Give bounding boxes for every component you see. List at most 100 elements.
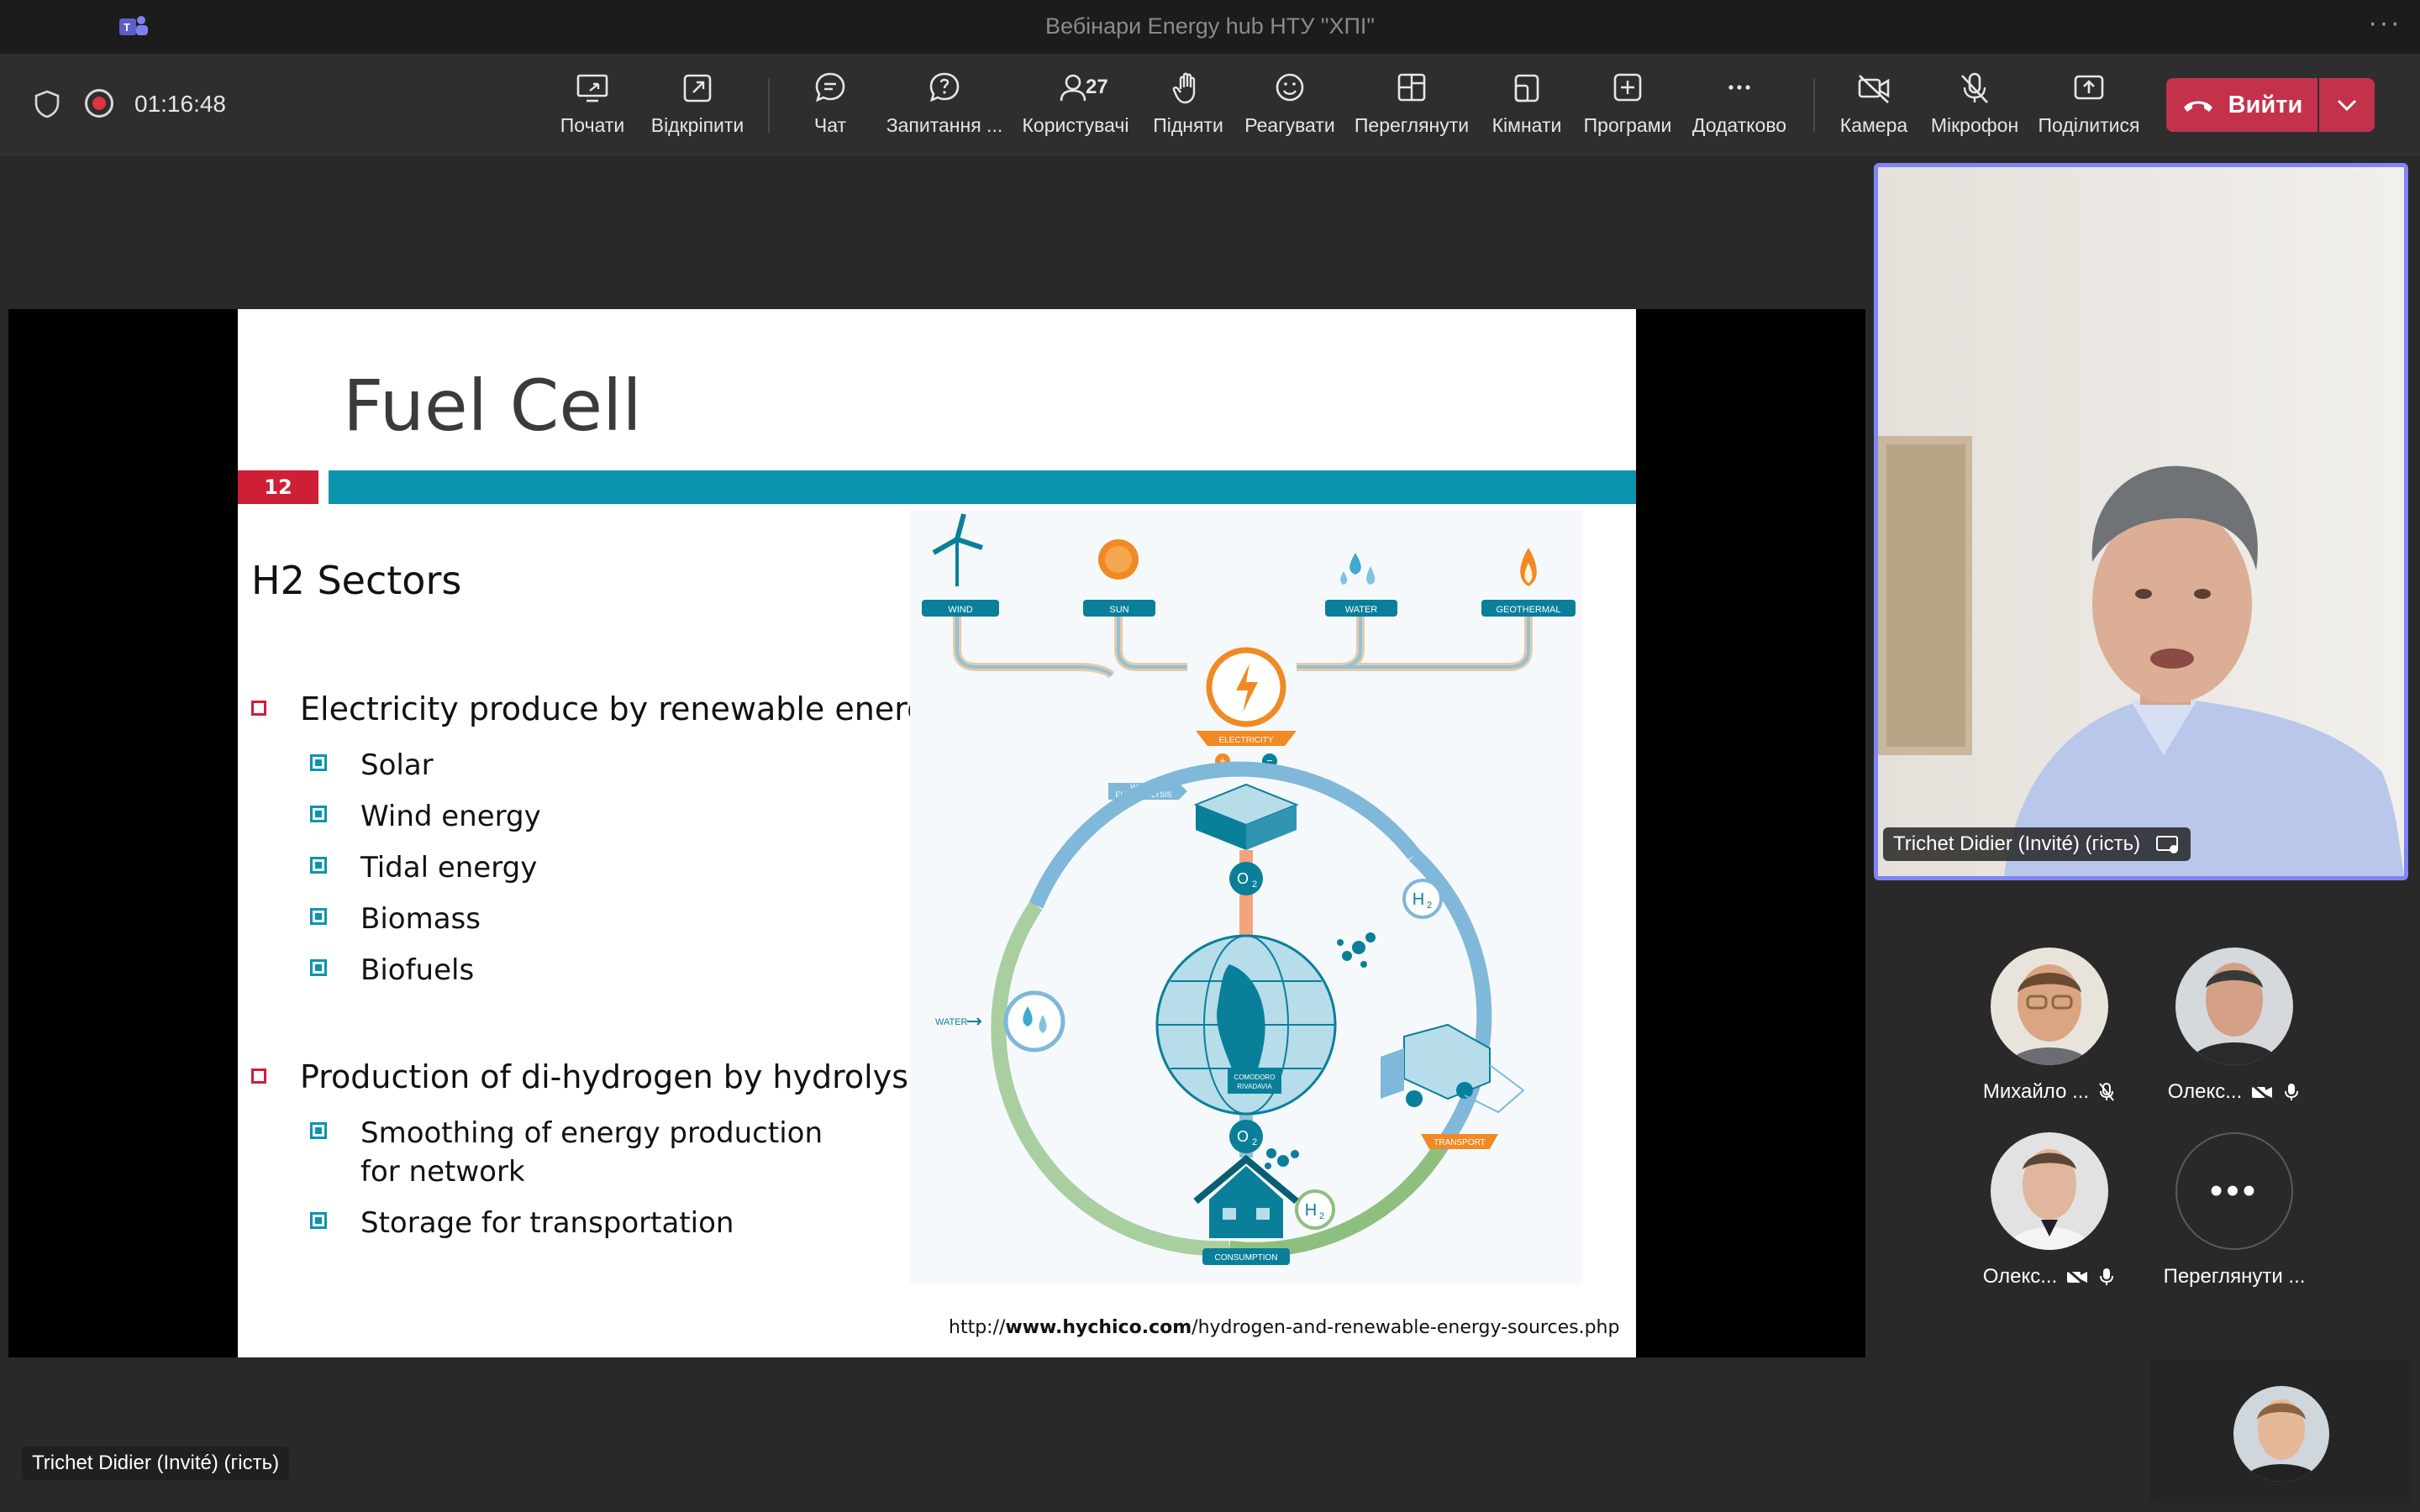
participant-name: Олекс... xyxy=(2167,1080,2243,1103)
bullet-square-icon xyxy=(310,754,327,771)
slide-heading: H2 Sectors xyxy=(251,558,462,603)
sun-label: SUN xyxy=(1109,605,1128,615)
rooms-label: Кімнати xyxy=(1491,114,1562,136)
people-button[interactable]: 27 Користувачі xyxy=(1017,69,1134,150)
camera-off-icon xyxy=(2251,1083,2273,1101)
more-label: Додатково xyxy=(1691,114,1787,136)
qa-button[interactable]: Запитання ... xyxy=(886,69,1003,150)
svg-text:COMODORO: COMODORO xyxy=(1234,1074,1276,1081)
active-speaker-video[interactable]: Trichet Didier (Invité) (гість) xyxy=(1874,163,2408,880)
popout-button[interactable]: Відкріпити xyxy=(639,69,756,150)
hydrogen-cycle-diagram: WIND SUN WATER GEOTHERMAL ELECTRICITY + … xyxy=(910,511,1582,1284)
bullet-square-icon xyxy=(251,701,266,716)
react-button[interactable]: Реагувати xyxy=(1231,69,1349,150)
people-count: 27 xyxy=(1086,76,1108,98)
mic-icon xyxy=(2285,1084,2299,1100)
svg-text:H: H xyxy=(1413,890,1424,909)
avatar xyxy=(1991,948,2108,1065)
mic-icon xyxy=(2100,1268,2114,1285)
stage-presenter-name: Trichet Didier (Invité) (гість) xyxy=(22,1446,290,1480)
self-view-tile[interactable] xyxy=(2149,1359,2412,1504)
shield-icon[interactable] xyxy=(32,89,62,119)
more-participants-icon: ••• xyxy=(2175,1132,2293,1250)
meeting-timer: 01:16:48 xyxy=(134,91,226,117)
rooms-icon xyxy=(1514,74,1539,102)
speaker-name-tag: Trichet Didier (Invité) (гість) xyxy=(1883,827,2191,861)
participant-name: Михайло ... xyxy=(1982,1080,2090,1103)
mic-label: Мікрофон xyxy=(1930,114,2019,136)
more-icon xyxy=(1728,85,1750,90)
wind-label: WIND xyxy=(948,605,972,615)
bullet-square-icon xyxy=(251,1068,266,1084)
consumption-label: CONSUMPTION xyxy=(1215,1253,1278,1263)
leave-label: Вийти xyxy=(2228,91,2303,118)
mic-button[interactable]: Мікрофон xyxy=(1916,69,2033,150)
participant-name-row: Переглянути ... xyxy=(2142,1265,2327,1289)
chat-button[interactable]: Чат xyxy=(771,69,889,150)
present-button[interactable]: Почати xyxy=(534,69,651,150)
svg-text:O: O xyxy=(1237,870,1249,887)
apps-button[interactable]: Програми xyxy=(1569,69,1686,150)
presentation-slide: Fuel Cell 12 H2 Sectors Electricity prod… xyxy=(238,309,1636,1357)
raise-hand-button[interactable]: Підняти xyxy=(1129,69,1247,150)
hydrogen-marker-icon: H 2 xyxy=(1402,879,1443,919)
speaker-video-frame xyxy=(1878,167,2404,876)
rooms-button[interactable]: Кімнати xyxy=(1468,69,1586,150)
participant-name-row: Михайло ... xyxy=(1957,1080,2142,1104)
leave-options-button[interactable] xyxy=(2319,78,2375,132)
title-bar: T Вебінари Energy hub НТУ "ХПІ" ··· xyxy=(0,0,2420,54)
bullet-square-icon xyxy=(310,806,327,822)
chat-icon xyxy=(815,72,845,102)
source-link[interactable]: http://www.hychico.com/hydrogen-and-rene… xyxy=(949,1317,1619,1338)
qa-label: Запитання ... xyxy=(886,114,1003,136)
bullet-square-icon xyxy=(310,857,327,874)
electricity-label: ELECTRICITY xyxy=(1218,736,1273,745)
camera-off-icon xyxy=(2066,1268,2088,1286)
svg-text:2: 2 xyxy=(1427,900,1432,911)
view-button[interactable]: Переглянути xyxy=(1353,69,1470,150)
popout-label: Відкріпити xyxy=(650,114,744,136)
share-label: Поділитися xyxy=(2038,114,2140,136)
svg-text:RIVADAVIA: RIVADAVIA xyxy=(1237,1083,1272,1090)
slide-accent-bar xyxy=(329,470,1636,504)
screen-share-indicator-icon xyxy=(2156,836,2179,853)
people-label: Користувачі xyxy=(1022,114,1129,136)
mic-off-icon xyxy=(1961,72,1988,103)
leave-button[interactable]: Вийти xyxy=(2166,78,2317,132)
svg-text:2: 2 xyxy=(1252,1137,1257,1147)
participant-tile[interactable]: Олекс... xyxy=(2142,948,2327,1104)
more-button[interactable]: Додатково xyxy=(1681,69,1798,150)
layout-icon xyxy=(1397,73,1426,102)
camera-button[interactable]: Камера xyxy=(1815,69,1933,150)
meeting-toolbar: 01:16:48 Почати Відкріпити Чат Запитання… xyxy=(0,54,2420,155)
apps-label: Програми xyxy=(1583,114,1672,136)
toolbar-divider xyxy=(768,79,770,133)
view-all-participants[interactable]: ••• Переглянути ... xyxy=(2142,1132,2327,1289)
transport-label: TRANSPORT xyxy=(1434,1138,1486,1147)
slide-number: 12 xyxy=(238,470,318,504)
share-screen-icon xyxy=(576,74,608,102)
participant-tile[interactable]: Михайло ... xyxy=(1957,948,2142,1104)
svg-text:O: O xyxy=(1237,1128,1249,1145)
add-app-icon xyxy=(1613,73,1642,102)
geothermal-label: GEOTHERMAL xyxy=(1496,605,1560,615)
participant-name: Олекс... xyxy=(1982,1265,2058,1288)
participant-tile[interactable]: Олекс... xyxy=(1957,1132,2142,1289)
hang-up-icon xyxy=(2183,101,2212,112)
bullet-square-icon xyxy=(310,908,327,925)
bullet-square-icon xyxy=(310,1122,327,1139)
participant-name-row: Олекс... xyxy=(2142,1080,2327,1104)
react-label: Реагувати xyxy=(1244,114,1335,136)
speaker-name: Trichet Didier (Invité) (гість) xyxy=(1893,832,2141,855)
view-all-label: Переглянути ... xyxy=(2163,1265,2306,1288)
smiley-icon xyxy=(1276,73,1304,102)
hand-icon xyxy=(1172,72,1196,104)
globe-icon: COMODORO RIVADAVIA xyxy=(1155,934,1337,1116)
window-more-icon[interactable]: ··· xyxy=(2368,7,2402,39)
water-label: WATER xyxy=(1345,605,1378,615)
share-button[interactable]: Поділитися xyxy=(2030,69,2148,150)
popout-icon xyxy=(683,74,712,102)
camera-label: Камера xyxy=(1839,114,1908,136)
svg-text:2: 2 xyxy=(1319,1211,1324,1221)
bullet-square-icon xyxy=(310,959,327,976)
